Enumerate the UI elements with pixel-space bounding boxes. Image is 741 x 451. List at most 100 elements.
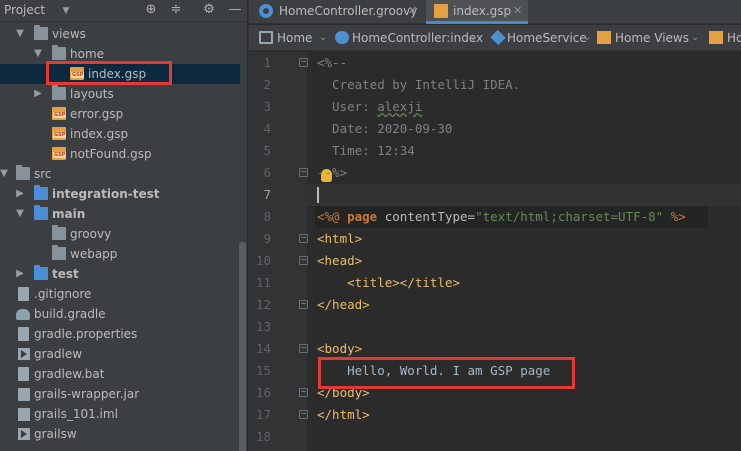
line-number: 15: [255, 363, 271, 378]
line-number: 17: [255, 407, 271, 422]
source-folder-icon: [34, 265, 48, 280]
collapse-all-icon[interactable]: ≑: [168, 2, 184, 18]
chevron-down-icon[interactable]: ▼: [14, 24, 26, 44]
crumb-label: Hom: [727, 31, 741, 45]
code-area[interactable]: <%-- Created by IntelliJ IDEA. User: ale…: [307, 52, 741, 451]
chevron-down-icon[interactable]: ▼: [0, 164, 10, 184]
tree-item-label: layouts: [70, 87, 114, 101]
tree-item-label: gradlew: [34, 347, 83, 361]
tree-item-label: .gitignore: [34, 287, 92, 301]
close-icon[interactable]: ✕: [513, 0, 522, 22]
chevron-right-icon[interactable]: ▶: [14, 184, 26, 204]
tree-item-label: index.gsp: [70, 127, 129, 141]
executable-file-icon: [18, 428, 30, 440]
chevron-right-icon[interactable]: ▶: [32, 84, 44, 104]
code-token: "text/html;charset=UTF-8": [475, 209, 664, 224]
tree-item-label: grails-wrapper.jar: [34, 387, 140, 401]
tree-item-label: gradlew.bat: [34, 367, 105, 381]
line-number: 7: [263, 187, 271, 202]
tree-item-home[interactable]: ▼ home: [0, 44, 240, 64]
editor-tabbar: HomeController.groovy ✕ index.gsp ✕: [249, 0, 741, 24]
tree-item-layouts[interactable]: ▶ layouts: [0, 84, 240, 104]
code-token: User:: [317, 99, 378, 114]
project-view-selector[interactable]: Project: [4, 3, 45, 17]
gradle-icon: [16, 309, 30, 320]
project-panel-header: Project ▼ ⊕ ≑ ⚙ —: [0, 0, 247, 22]
code-token: page: [347, 209, 378, 224]
tree-item-label: test: [52, 267, 79, 281]
code-line-4: Date: 2020-09-30: [317, 121, 453, 136]
code-token-typo: alexji: [377, 99, 423, 114]
folder-icon: [52, 85, 66, 100]
code-line-9: <html>: [317, 231, 363, 246]
gsp-file-icon: [434, 4, 448, 18]
tree-item-main[interactable]: ▼ main: [0, 204, 240, 224]
tree-item-label: main: [52, 207, 86, 221]
line-number: 14: [255, 341, 271, 356]
code-token: %>: [663, 209, 686, 224]
tree-item-notfound-gsp[interactable]: notFound.gsp: [0, 144, 240, 164]
tree-scrollbar[interactable]: [239, 242, 246, 451]
tree-item-label: error.gsp: [70, 107, 124, 121]
service-icon: [490, 29, 506, 46]
line-number: 3: [263, 99, 271, 114]
line-number: 6: [263, 165, 271, 180]
tree-item-label: home: [70, 47, 105, 61]
code-line-2: Created by IntelliJ IDEA.: [317, 77, 521, 92]
tree-item-gradlew-bat[interactable]: gradlew.bat: [0, 364, 240, 384]
tree-item-views[interactable]: ▼ views: [0, 24, 240, 44]
chevron-down-icon[interactable]: ▼: [58, 3, 74, 19]
tree-item-error-gsp[interactable]: error.gsp: [0, 104, 240, 124]
tree-item-integration-test[interactable]: ▶ integration-test: [0, 184, 240, 204]
folder-icon: [16, 165, 30, 180]
code-line-3: User: alexji: [317, 96, 422, 118]
close-icon[interactable]: ✕: [408, 0, 417, 22]
chevron-down-icon[interactable]: ▼: [32, 44, 44, 64]
source-folder-icon: [34, 205, 48, 220]
tree-item-label: notFound.gsp: [70, 147, 152, 161]
tree-item-test[interactable]: ▶ test: [0, 264, 240, 284]
tree-item-build-gradle[interactable]: build.gradle: [0, 304, 240, 324]
source-folder-icon: [34, 185, 48, 200]
locate-file-icon[interactable]: ⊕: [143, 2, 159, 18]
tab-homecontroller-groovy[interactable]: HomeController.groovy ✕: [249, 0, 421, 24]
minimize-icon[interactable]: —: [227, 2, 243, 18]
line-number: 9: [263, 231, 271, 246]
tree-item-gradle-properties[interactable]: gradle.properties: [0, 324, 240, 344]
project-panel: Project ▼ ⊕ ≑ ⚙ — ▼ views ▼ home index.g…: [0, 0, 247, 451]
chevron-right-icon[interactable]: ▶: [14, 264, 26, 284]
controller-icon: [335, 31, 349, 44]
tree-item-label: groovy: [70, 227, 112, 241]
module-file-icon: [18, 408, 30, 421]
tree-item-groovy[interactable]: groovy: [0, 224, 240, 244]
code-line-11: <title></title>: [317, 272, 460, 294]
tab-label: HomeController.groovy: [279, 4, 418, 18]
tree-item-grailsw[interactable]: grailsw: [0, 424, 240, 444]
tree-item-index-gsp-selected[interactable]: index.gsp: [0, 64, 240, 84]
tree-item-grails-iml[interactable]: grails_101.iml: [0, 404, 240, 424]
tree-item-grails-wrapper-jar[interactable]: grails-wrapper.jar: [0, 384, 240, 404]
tree-item-webapp[interactable]: webapp: [0, 244, 240, 264]
tree-item-gitignore[interactable]: .gitignore: [0, 284, 240, 304]
gear-icon[interactable]: ⚙: [201, 2, 217, 18]
tab-index-gsp[interactable]: index.gsp ✕: [426, 0, 528, 24]
tree-item-label: index.gsp: [88, 67, 147, 81]
folder-icon: [34, 25, 48, 40]
code-line-1: <%--: [317, 55, 348, 70]
gsp-file-icon: [52, 147, 67, 160]
chevron-down-icon[interactable]: ▼: [14, 204, 26, 224]
line-number: 2: [263, 77, 271, 92]
code-line-17: </html>: [317, 407, 370, 422]
current-line-highlight: [307, 184, 741, 206]
project-tree: ▼ views ▼ home index.gsp ▶ layouts error…: [0, 22, 247, 451]
code-line-15: Hello, World. I am GSP page: [317, 363, 551, 378]
tree-item-index-gsp[interactable]: index.gsp: [0, 124, 240, 144]
crumb-label: HomeController:index: [352, 31, 484, 45]
code-line-10: <head>: [317, 253, 363, 268]
line-number: 5: [263, 143, 271, 158]
gsp-file-icon: [70, 67, 85, 80]
gsp-file-icon: [597, 31, 611, 44]
properties-file-icon: [18, 327, 29, 341]
tree-item-gradlew[interactable]: gradlew: [0, 344, 240, 364]
tree-item-src[interactable]: ▼ src: [0, 164, 240, 184]
